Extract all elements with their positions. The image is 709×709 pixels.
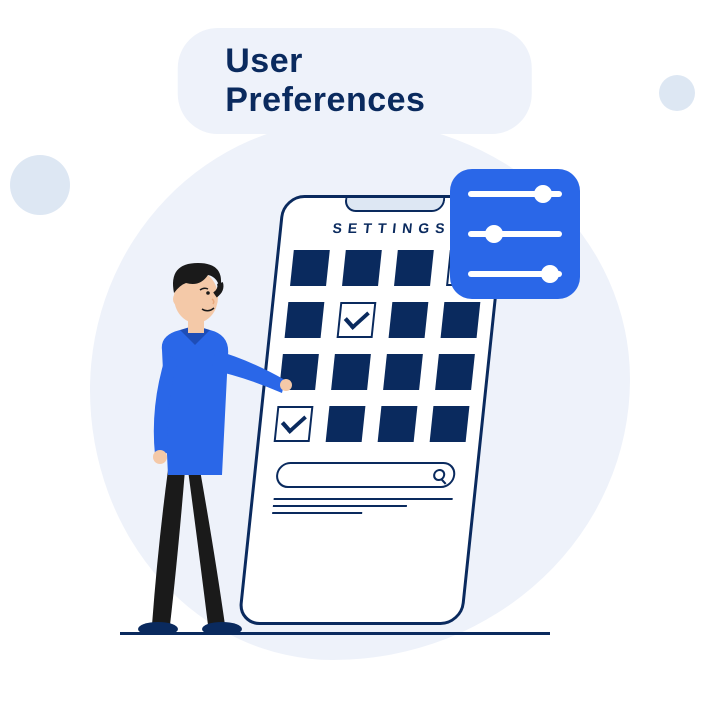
slider[interactable] bbox=[468, 271, 562, 277]
setting-tile[interactable] bbox=[388, 302, 428, 338]
page-title: User Preferences bbox=[225, 42, 484, 120]
slider-knob[interactable] bbox=[485, 225, 503, 243]
phone-notch bbox=[343, 198, 444, 212]
setting-tile[interactable] bbox=[331, 354, 371, 390]
illustration-stage: SETTINGS bbox=[130, 175, 590, 635]
search-icon bbox=[433, 469, 446, 481]
slider[interactable] bbox=[468, 191, 562, 197]
decorative-circle bbox=[659, 75, 695, 111]
search-input[interactable] bbox=[275, 462, 457, 488]
check-icon bbox=[343, 304, 369, 329]
slider-knob[interactable] bbox=[541, 265, 559, 283]
setting-tile[interactable] bbox=[394, 250, 434, 286]
setting-tile[interactable] bbox=[383, 354, 423, 390]
decorative-circle bbox=[10, 155, 70, 215]
setting-tile[interactable] bbox=[342, 250, 382, 286]
checkbox-checked[interactable] bbox=[336, 302, 376, 338]
setting-tile[interactable] bbox=[325, 406, 365, 442]
person-illustration bbox=[100, 235, 300, 635]
setting-tile[interactable] bbox=[440, 302, 480, 338]
setting-tile[interactable] bbox=[377, 406, 417, 442]
slider-knob[interactable] bbox=[534, 185, 552, 203]
setting-tile[interactable] bbox=[429, 406, 469, 442]
setting-tile[interactable] bbox=[435, 354, 475, 390]
slider[interactable] bbox=[468, 231, 562, 237]
page-title-pill: User Preferences bbox=[177, 28, 532, 134]
sliders-card bbox=[450, 169, 580, 299]
